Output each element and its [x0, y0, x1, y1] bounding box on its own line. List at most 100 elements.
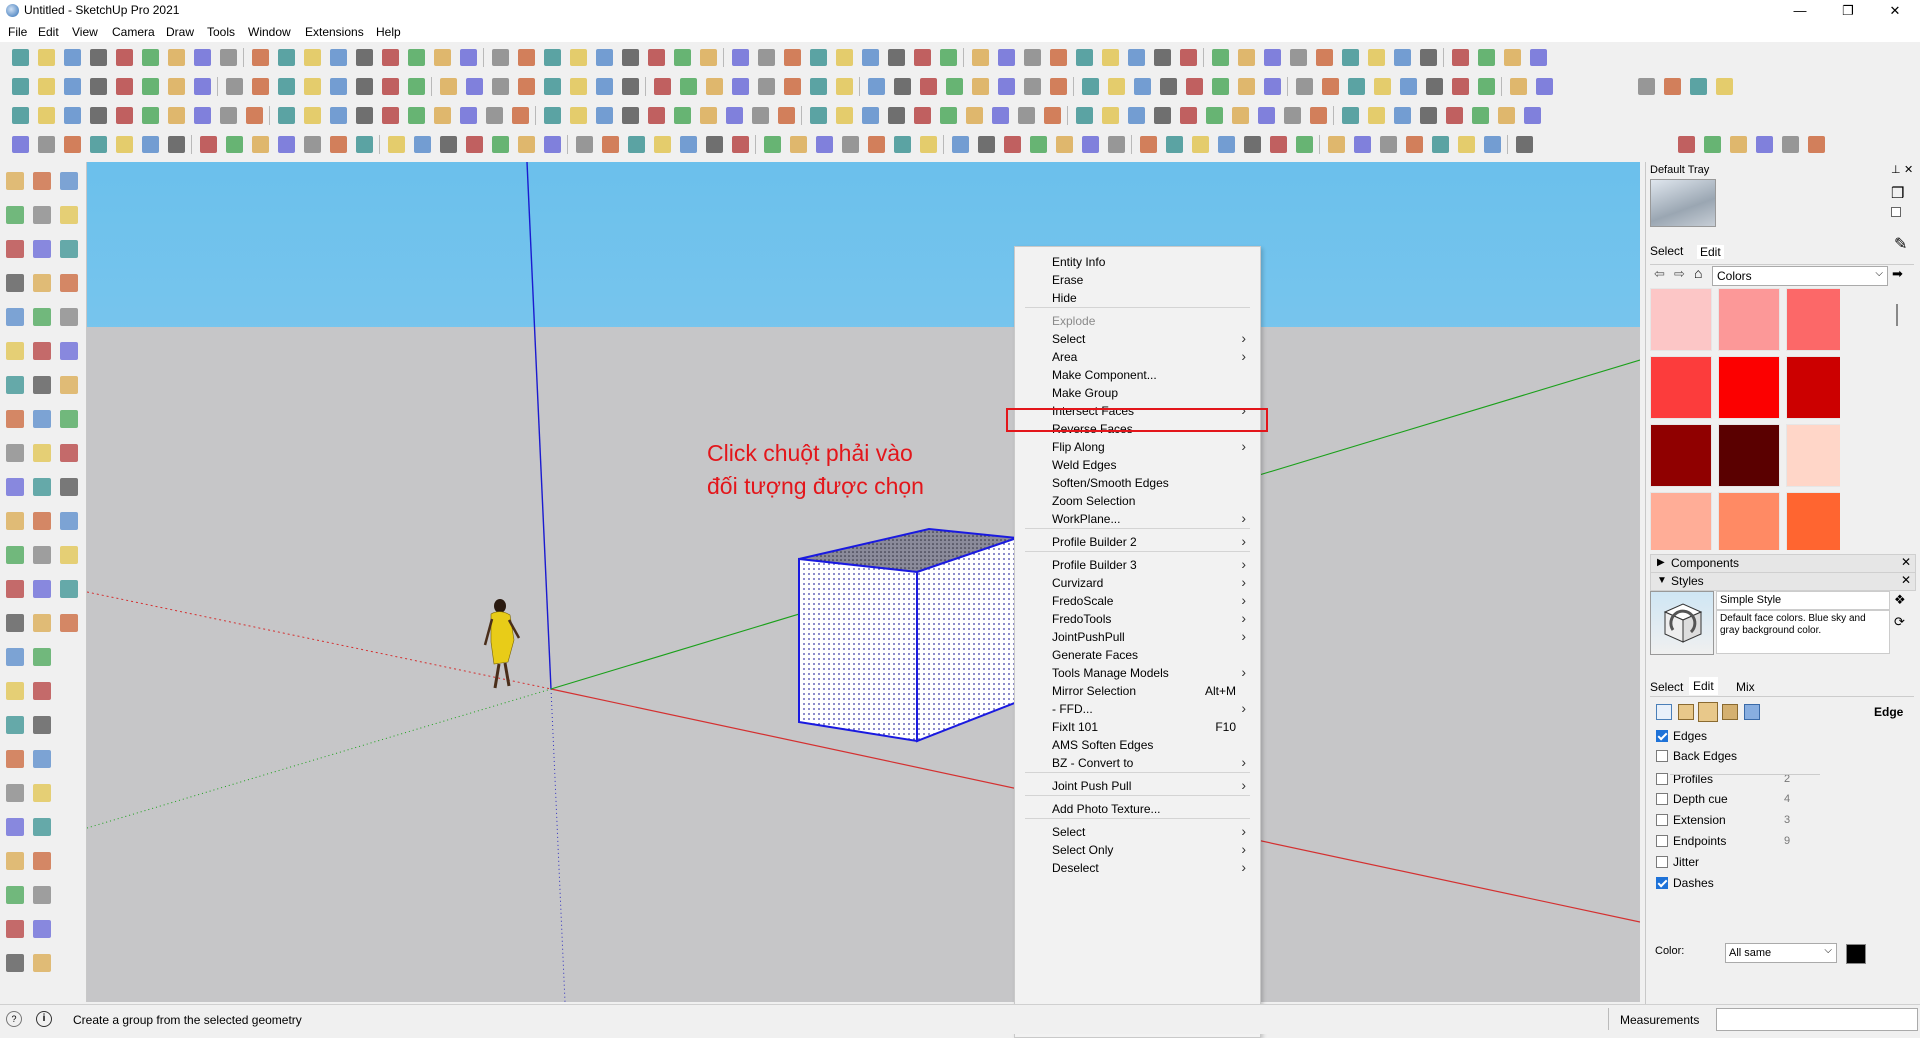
drawing-tool-icon[interactable]	[6, 512, 24, 530]
toolbar-tool-icon[interactable]	[1258, 107, 1275, 124]
toolbar-tool-icon[interactable]	[836, 107, 853, 124]
toolbar-tool-icon[interactable]	[1484, 136, 1501, 153]
toolbar-tool-icon[interactable]	[90, 49, 107, 66]
toolbar-tool-icon[interactable]	[518, 136, 535, 153]
toolbar-tool-icon[interactable]	[64, 136, 81, 153]
toolbar-tool-icon[interactable]	[1186, 78, 1203, 95]
drawing-tool-icon[interactable]	[33, 852, 51, 870]
drawing-tool-icon[interactable]	[33, 376, 51, 394]
toolbar-tool-icon[interactable]	[168, 78, 185, 95]
styles-tab-edit[interactable]: Edit	[1689, 677, 1718, 695]
edge-color-swatch[interactable]	[1846, 944, 1866, 964]
toolbar-tool-icon[interactable]	[940, 49, 957, 66]
toolbar-tool-icon[interactable]	[1342, 107, 1359, 124]
toolbar-tool-icon[interactable]	[622, 49, 639, 66]
toolbar-tool-icon[interactable]	[518, 78, 535, 95]
edge-option-value[interactable]: 3	[1784, 814, 1790, 826]
color-swatch[interactable]	[1786, 492, 1840, 550]
toolbar-tool-icon[interactable]	[116, 107, 133, 124]
drawing-tool-icon[interactable]	[33, 546, 51, 564]
close-button[interactable]: ✕	[1872, 0, 1918, 22]
toolbar-tool-icon[interactable]	[602, 136, 619, 153]
toolbar-tool-icon[interactable]	[570, 78, 587, 95]
toolbar-tool-icon[interactable]	[1024, 49, 1041, 66]
toolbar-tool-icon[interactable]	[1076, 107, 1093, 124]
toolbar-tool-icon[interactable]	[1394, 49, 1411, 66]
toolbar-tool-icon[interactable]	[1452, 49, 1469, 66]
drawing-tool-icon[interactable]	[60, 410, 78, 428]
toolbar-tool-icon[interactable]	[142, 107, 159, 124]
drawing-tool-icon[interactable]	[6, 852, 24, 870]
toolbar-tool-icon[interactable]	[784, 78, 801, 95]
toolbar-tool-icon[interactable]	[1446, 107, 1463, 124]
toolbar-tool-icon[interactable]	[90, 136, 107, 153]
toolbar-tool-icon[interactable]	[116, 136, 133, 153]
toolbar-tool-icon[interactable]	[1406, 136, 1423, 153]
toolbar-tool-icon[interactable]	[1322, 78, 1339, 95]
toolbar-tool-icon[interactable]	[758, 78, 775, 95]
color-swatch[interactable]	[1718, 288, 1780, 351]
toolbar-tool-icon[interactable]	[654, 136, 671, 153]
toolbar-tool-icon[interactable]	[1296, 78, 1313, 95]
checkbox-back-edges[interactable]	[1656, 750, 1668, 762]
toolbar-tool-icon[interactable]	[1244, 136, 1261, 153]
toolbar-tool-icon[interactable]	[278, 49, 295, 66]
toolbar-tool-icon[interactable]	[1082, 78, 1099, 95]
drawing-tool-icon[interactable]	[60, 206, 78, 224]
drawing-tool-icon[interactable]	[33, 580, 51, 598]
toolbar-tool-icon[interactable]	[200, 136, 217, 153]
toolbar-tool-icon[interactable]	[674, 49, 691, 66]
drawing-tool-icon[interactable]	[33, 614, 51, 632]
toolbar-tool-icon[interactable]	[706, 78, 723, 95]
drawing-tool-icon[interactable]	[33, 886, 51, 904]
toolbar-tool-icon[interactable]	[168, 107, 185, 124]
drawing-tool-icon[interactable]	[60, 614, 78, 632]
toolbar-tool-icon[interactable]	[1458, 136, 1475, 153]
styles-panel-header[interactable]: ▼ Styles ✕	[1650, 572, 1916, 591]
toolbar-tool-icon[interactable]	[460, 107, 477, 124]
toolbar-tool-icon[interactable]	[544, 136, 561, 153]
drawing-tool-icon[interactable]	[6, 342, 24, 360]
toolbar-tool-icon[interactable]	[168, 49, 185, 66]
toolbar-tool-icon[interactable]	[628, 136, 645, 153]
toolbar-tool-icon[interactable]	[356, 78, 373, 95]
styles-tab-select[interactable]: Select	[1650, 680, 1683, 694]
toolbar-tool-icon[interactable]	[1420, 107, 1437, 124]
toolbar-tool-icon[interactable]	[518, 49, 535, 66]
toolbar-tool-icon[interactable]	[544, 78, 561, 95]
toolbar-tool-icon[interactable]	[1166, 136, 1183, 153]
context-menu-item-deselect[interactable]: Deselect ›	[1015, 857, 1260, 879]
toolbar-tool-icon[interactable]	[12, 107, 29, 124]
toolbar-tool-icon[interactable]	[680, 78, 697, 95]
modeling-settings-icon[interactable]	[1744, 704, 1760, 720]
style-name-field[interactable]: Simple Style	[1716, 591, 1890, 610]
toolbar-tool-icon[interactable]	[998, 78, 1015, 95]
toolbar-tool-icon[interactable]	[836, 49, 853, 66]
toolbar-tool-icon[interactable]	[1082, 136, 1099, 153]
toolbar-tool-icon[interactable]	[330, 107, 347, 124]
components-panel-header[interactable]: ▶ Components ✕	[1650, 554, 1916, 573]
drawing-tool-icon[interactable]	[33, 682, 51, 700]
toolbar-tool-icon[interactable]	[816, 136, 833, 153]
toolbar-tool-icon[interactable]	[940, 107, 957, 124]
toolbar-tool-icon[interactable]	[1342, 49, 1359, 66]
toolbar-tool-icon[interactable]	[700, 49, 717, 66]
toolbar-tool-icon[interactable]	[706, 136, 723, 153]
toolbar-tool-icon[interactable]	[330, 78, 347, 95]
measurements-input[interactable]	[1716, 1008, 1918, 1031]
drawing-tool-icon[interactable]	[33, 478, 51, 496]
color-swatch[interactable]	[1650, 424, 1712, 487]
toolbar-tool-icon[interactable]	[1050, 78, 1067, 95]
edge-option-value[interactable]: 4	[1784, 793, 1790, 805]
drawing-tool-icon[interactable]	[6, 750, 24, 768]
toolbar-tool-icon[interactable]	[1704, 136, 1721, 153]
toolbar-tool-icon[interactable]	[576, 136, 593, 153]
toolbar-tool-icon[interactable]	[810, 107, 827, 124]
toolbar-tool-icon[interactable]	[356, 136, 373, 153]
toolbar-tool-icon[interactable]	[220, 49, 237, 66]
color-swatch[interactable]	[1786, 356, 1840, 419]
toolbar-tool-icon[interactable]	[680, 136, 697, 153]
drawing-tool-icon[interactable]	[60, 376, 78, 394]
menu-edit[interactable]: Edit	[38, 25, 59, 39]
toolbar-tool-icon[interactable]	[1206, 107, 1223, 124]
